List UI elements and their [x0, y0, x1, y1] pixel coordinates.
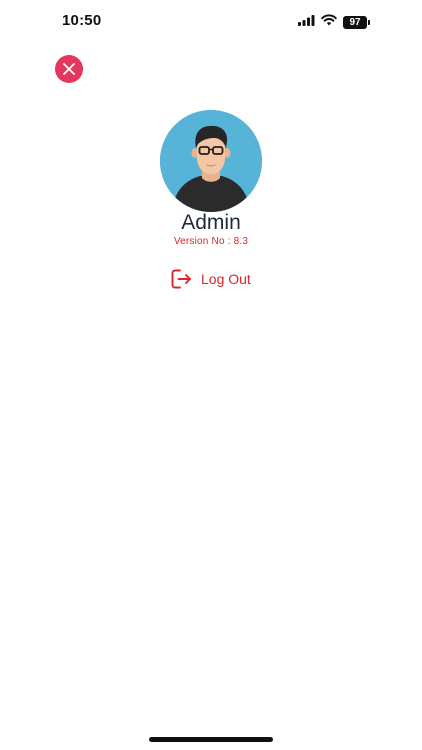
- wifi-icon: [321, 13, 337, 31]
- battery-level: 97: [343, 15, 367, 29]
- status-icons: 97: [298, 13, 370, 31]
- user-name: Admin: [181, 211, 241, 234]
- version-label: Version No : 8.3: [173, 236, 249, 247]
- status-time: 10:50: [62, 12, 102, 29]
- status-bar: 10:50 97: [0, 0, 422, 44]
- avatar: [160, 110, 262, 212]
- home-indicator[interactable]: [149, 737, 273, 742]
- close-button[interactable]: [55, 55, 83, 83]
- user-avatar-icon: [160, 110, 262, 212]
- cellular-signal-icon: [298, 13, 315, 31]
- logout-button[interactable]: Log Out: [170, 266, 251, 292]
- battery-cap-icon: [368, 19, 370, 25]
- logout-icon: [171, 269, 191, 289]
- logout-label: Log Out: [201, 271, 251, 287]
- close-icon: [63, 63, 75, 75]
